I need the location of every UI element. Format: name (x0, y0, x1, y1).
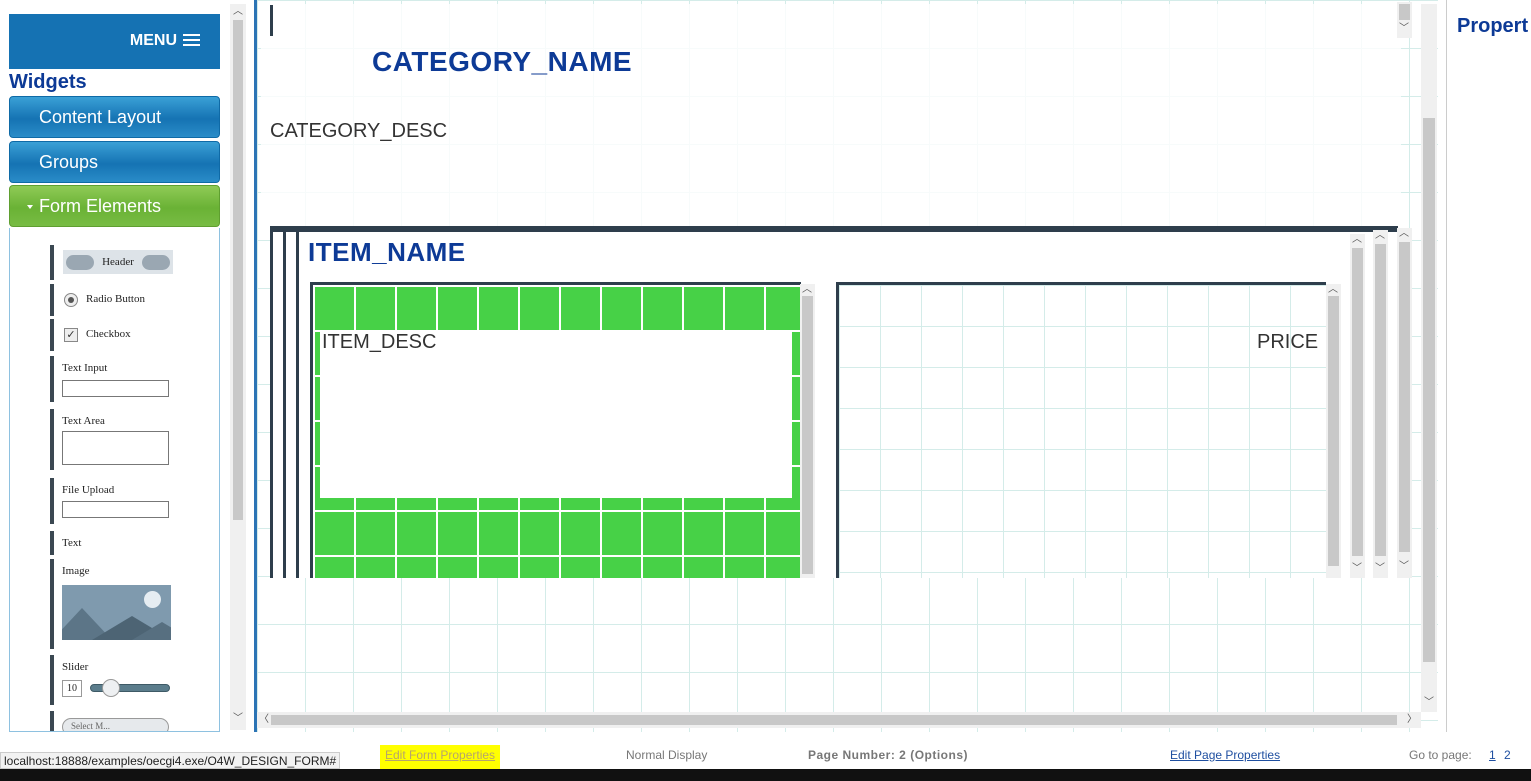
status-url: localhost:18888/examples/oecgi4.exe/O4W_… (0, 752, 341, 769)
nested-border (283, 232, 286, 578)
nested-border (296, 232, 299, 578)
moon-shape (144, 591, 161, 608)
scrollbar-thumb[interactable] (1423, 118, 1435, 662)
scroll-up-icon[interactable]: ︿ (233, 7, 243, 17)
scroll-down-icon[interactable]: ﹀ (1399, 24, 1409, 34)
text-area-preview (62, 431, 169, 465)
menu-button[interactable]: MENU (9, 14, 220, 69)
widget-checkbox[interactable]: ✓ Checkbox (50, 319, 175, 351)
item-desc-field[interactable]: ITEM_DESC (322, 331, 436, 354)
file-upload-preview (62, 501, 169, 518)
select-preview: Select M... (62, 718, 169, 731)
repeater-scrollbar[interactable]: ︿ ﹀ (1397, 228, 1412, 578)
header-preview: Header (63, 250, 173, 274)
taskbar-strip (0, 769, 1531, 781)
accordion-form-elements[interactable]: Form Elements (9, 185, 220, 227)
pill-right (142, 255, 170, 270)
widgets-title: Widgets (9, 71, 87, 93)
category-desc-field[interactable]: CATEGORY_DESC (270, 120, 447, 143)
scrollbar-thumb[interactable] (802, 296, 813, 574)
mountain-shape (132, 622, 171, 640)
category-name-field[interactable]: CATEGORY_NAME (372, 46, 632, 78)
scrollbar-thumb[interactable] (271, 715, 1397, 725)
canvas-horizontal-scrollbar[interactable]: 〈 〉 (257, 712, 1421, 728)
widgets-sidebar: MENU Widgets Content Layout Groups Form … (0, 0, 248, 732)
price-field[interactable]: PRICE (1257, 331, 1318, 354)
accordion-label: Groups (39, 152, 99, 172)
form-elements-panel: Header Radio Button ✓ Checkbox Text Inpu… (9, 228, 220, 732)
page-link-2[interactable]: 2 (1504, 748, 1511, 762)
canvas-vertical-scrollbar[interactable]: ﹀ (1421, 4, 1437, 712)
text-area-label: Text Area (62, 415, 105, 427)
slider-value: 10 (62, 680, 82, 697)
accordion-label: Content Layout (39, 107, 162, 127)
scroll-up-icon[interactable]: ︿ (1375, 231, 1385, 241)
scroll-down-icon[interactable]: ﹀ (1424, 698, 1434, 708)
section-border (270, 5, 273, 36)
widget-radio-button[interactable]: Radio Button (50, 284, 175, 316)
category-section (261, 4, 1401, 228)
scroll-left-icon[interactable]: 〈 (259, 715, 269, 725)
scrollbar-thumb[interactable] (233, 20, 243, 520)
text-input-label: Text Input (62, 362, 108, 374)
text-input-preview (62, 380, 169, 397)
text-label: Text (62, 537, 82, 549)
edit-form-properties-link[interactable]: Edit Form Properties (380, 745, 501, 769)
scroll-down-icon[interactable]: ﹀ (1375, 564, 1385, 574)
radio-label: Radio Button (86, 293, 145, 305)
scroll-up-icon[interactable]: ︿ (1352, 235, 1362, 245)
widget-image[interactable]: Image (50, 559, 175, 649)
scrollbar-thumb[interactable] (1352, 248, 1363, 556)
widget-file-upload[interactable]: File Upload (50, 478, 175, 524)
image-label: Image (62, 565, 90, 577)
widget-slider[interactable]: Slider 10 (50, 655, 175, 705)
scrollbar-thumb[interactable] (1399, 4, 1410, 20)
widget-text[interactable]: Text (50, 531, 175, 555)
checkbox-icon: ✓ (64, 328, 78, 342)
image-placeholder-icon (62, 585, 171, 640)
scrollbar-thumb[interactable] (1328, 296, 1339, 566)
item-desc-area (320, 330, 792, 498)
menu-label: MENU (129, 32, 177, 49)
scroll-up-icon[interactable]: ︿ (1328, 285, 1338, 295)
scroll-down-icon[interactable]: ﹀ (233, 714, 243, 724)
price-scrollbar[interactable]: ︿ (1326, 284, 1341, 578)
normal-display-toggle[interactable]: Normal Display (626, 748, 707, 762)
scroll-up-icon[interactable]: ︿ (802, 285, 812, 295)
widget-text-input[interactable]: Text Input (50, 356, 175, 402)
radio-icon (64, 293, 78, 307)
slider-knob (102, 679, 120, 697)
widget-header[interactable]: Header (50, 245, 175, 280)
scroll-down-icon[interactable]: ﹀ (1352, 564, 1362, 574)
file-upload-label: File Upload (62, 484, 115, 496)
repeater-scrollbar[interactable]: ︿ ﹀ (1373, 230, 1388, 578)
price-container[interactable] (836, 282, 1326, 578)
widget-text-area[interactable]: Text Area (50, 409, 175, 470)
properties-title: Propert (1457, 15, 1529, 37)
repeater-scrollbar[interactable]: ︿ ﹀ (1350, 234, 1365, 578)
scroll-down-icon[interactable]: ﹀ (1399, 562, 1409, 572)
widget-select[interactable]: Select M... (50, 711, 175, 731)
properties-panel: Propert (1446, 0, 1531, 732)
checkbox-label: Checkbox (86, 328, 131, 340)
sidebar-scrollbar[interactable]: ︿ ﹀ (230, 4, 246, 730)
scroll-right-icon[interactable]: 〉 (1407, 715, 1417, 725)
caret-down-icon (27, 205, 33, 209)
category-scrollbar[interactable]: ﹀ (1397, 2, 1412, 38)
scroll-up-icon[interactable]: ︿ (1399, 229, 1409, 239)
scrollbar-thumb[interactable] (1375, 244, 1386, 556)
slider-label: Slider (62, 661, 89, 673)
scrollbar-thumb[interactable] (1399, 242, 1410, 552)
hamburger-icon (183, 34, 200, 46)
accordion-content-layout[interactable]: Content Layout (9, 96, 220, 138)
page-link-1[interactable]: 1 (1489, 748, 1496, 762)
goto-page-label: Go to page: (1409, 748, 1472, 762)
page-number-label: Page Number: 2 (Options) (808, 748, 969, 762)
accordion-label: Form Elements (39, 196, 162, 216)
item-desc-scrollbar[interactable]: ︿ (800, 284, 815, 578)
edit-page-properties-link[interactable]: Edit Page Properties (1170, 748, 1280, 762)
item-name-field[interactable]: ITEM_NAME (308, 237, 466, 268)
accordion-groups[interactable]: Groups (9, 141, 220, 183)
